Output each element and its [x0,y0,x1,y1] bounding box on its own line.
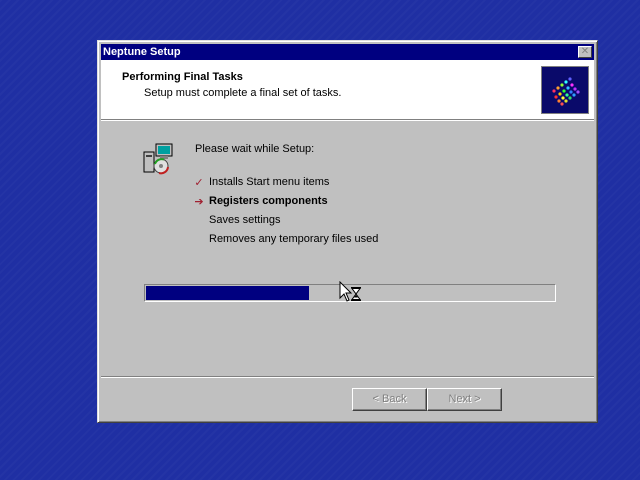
header-subtitle: Setup must complete a final set of tasks… [144,87,342,99]
setup-window: Neptune Setup ✕ Performing Final Tasks S… [97,40,598,423]
window-title: Neptune Setup [103,46,181,58]
header-title: Performing Final Tasks [122,71,243,83]
task-item-remove-temp-files: Removes any temporary files used [209,233,379,245]
arrow-right-icon: ➔ [194,196,204,208]
back-button[interactable]: < Back [352,388,427,411]
wait-message: Please wait while Setup: [195,143,315,155]
task-item-register-components: Registers components [209,195,328,207]
task-item-save-settings: Saves settings [209,214,281,226]
footer-divider [101,376,594,378]
close-button[interactable]: ✕ [578,46,592,58]
setup-computer-icon [142,142,176,176]
check-icon: ✓ [194,177,204,189]
neptune-logo-icon [541,66,589,114]
next-button[interactable]: Next > [427,388,502,411]
wizard-header: Performing Final Tasks Setup must comple… [101,60,594,119]
header-divider [101,119,594,121]
title-bar[interactable]: Neptune Setup ✕ [101,44,594,60]
close-icon: ✕ [580,46,590,57]
hourglass-cursor-icon [339,280,363,305]
task-item-start-menu: Installs Start menu items [209,176,330,188]
progress-bar-fill [146,286,309,300]
